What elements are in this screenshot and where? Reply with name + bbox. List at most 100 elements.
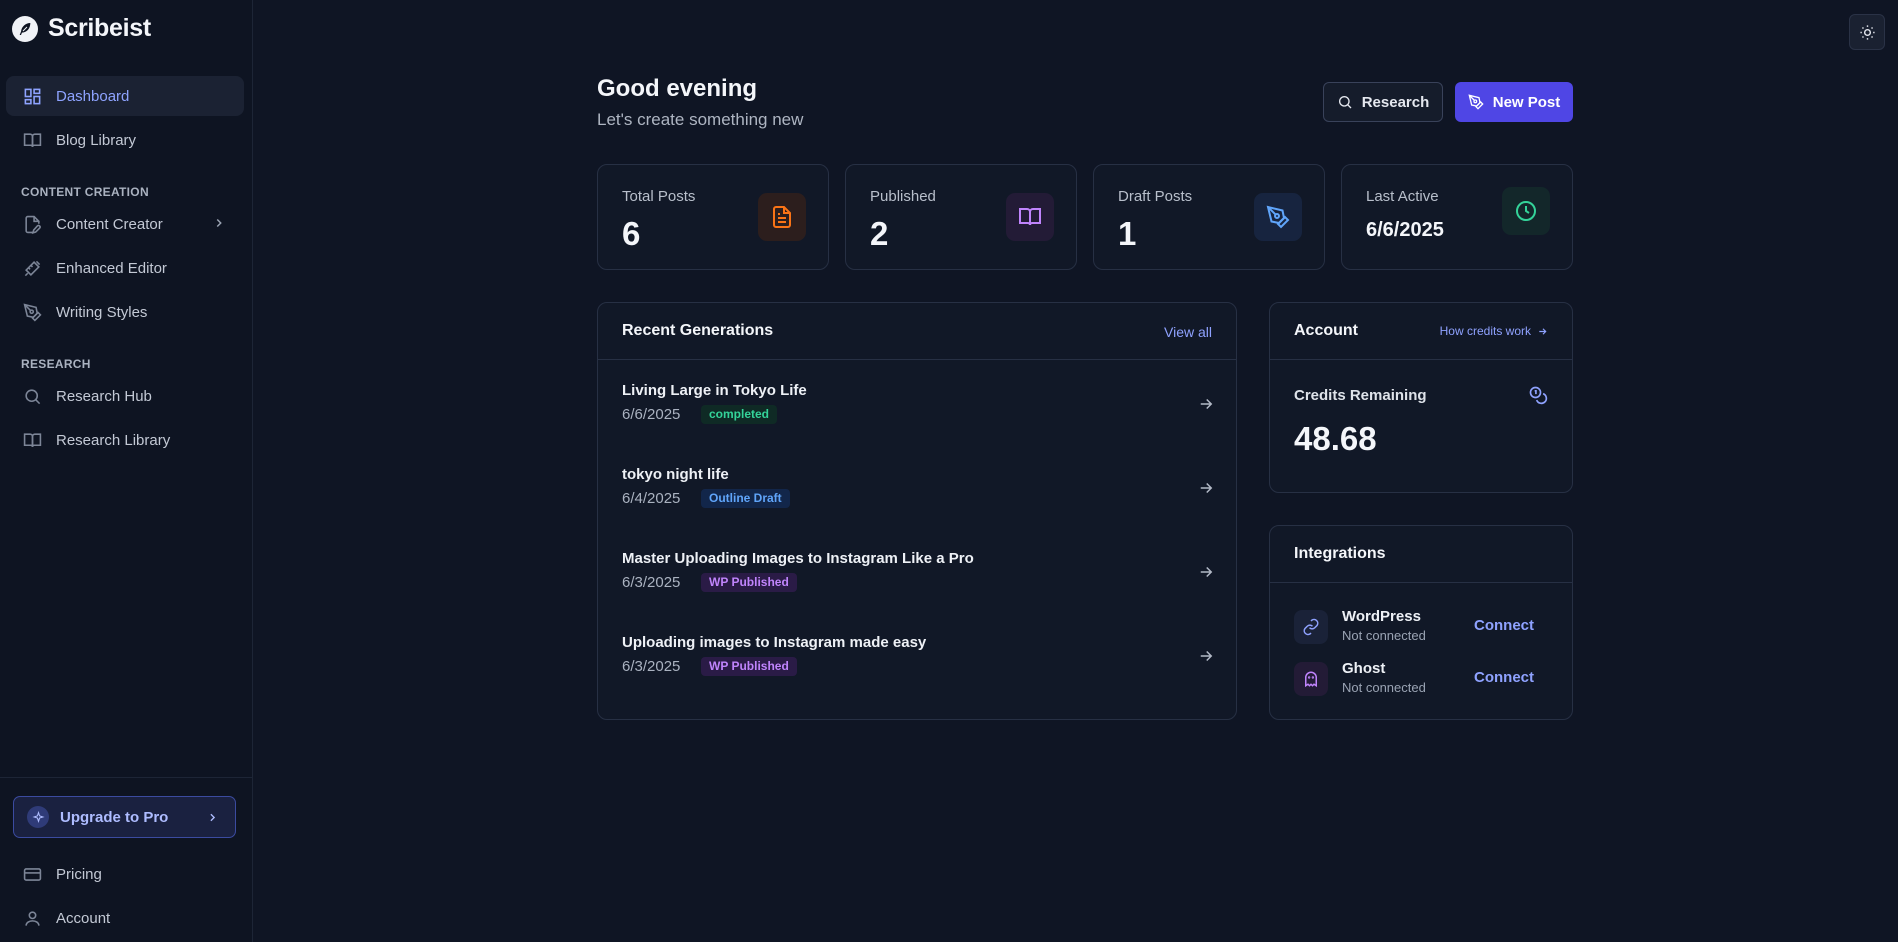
upgrade-label: Upgrade to Pro (60, 808, 169, 826)
item-date: 6/4/2025 (622, 490, 681, 507)
item-date: 6/3/2025 (622, 658, 681, 675)
arrow-right-icon (1197, 563, 1215, 581)
list-item[interactable]: Living Large in Tokyo Life 6/6/2025 comp… (598, 382, 1237, 466)
status-badge: WP Published (701, 657, 797, 676)
arrow-right-icon (1197, 479, 1215, 497)
coins-icon (1528, 385, 1548, 405)
integrations-panel: Integrations WordPress Not connected Con… (1269, 525, 1573, 720)
stat-card-last-active: Last Active 6/6/2025 (1341, 164, 1573, 270)
sidebar-item-label: Content Creator (56, 215, 163, 233)
theme-toggle-button[interactable] (1849, 14, 1885, 50)
integration-name: Ghost (1342, 660, 1386, 677)
sidebar-item-label: Dashboard (56, 87, 130, 105)
sidebar-item-label: Writing Styles (56, 303, 148, 321)
stat-label: Total Posts (622, 188, 696, 205)
panel-title: Recent Generations (622, 322, 774, 339)
sidebar-footer: Upgrade to Pro Pricing Account (0, 777, 253, 942)
feather-logo-icon (12, 15, 38, 42)
sidebar-item-dashboard[interactable]: Dashboard (6, 76, 244, 116)
search-icon (22, 386, 42, 406)
book-open-icon (1006, 193, 1054, 241)
page-title: Good evening (597, 75, 758, 102)
book-open-icon (22, 130, 42, 150)
dashboard-icon (22, 86, 42, 106)
list-item[interactable]: Uploading images to Instagram made easy … (598, 634, 1237, 718)
chevron-right-icon (206, 811, 219, 824)
credits-label: Credits Remaining (1294, 387, 1427, 404)
status-badge: completed (701, 405, 778, 424)
sidebar-item-label: Blog Library (56, 131, 137, 149)
new-post-button[interactable]: New Post (1455, 82, 1573, 122)
integration-status: Not connected (1342, 680, 1426, 695)
stat-value: 2 (870, 215, 889, 252)
item-date: 6/6/2025 (622, 406, 681, 423)
page-subtitle: Let's create something new (597, 110, 804, 129)
arrow-right-icon (1537, 326, 1548, 337)
stat-card-published: Published 2 (845, 164, 1077, 270)
credits-value: 48.68 (1294, 420, 1377, 457)
panel-header: Integrations (1270, 526, 1572, 583)
arrow-right-icon (1197, 647, 1215, 665)
list-item[interactable]: Master Uploading Images to Instagram Lik… (598, 550, 1237, 634)
research-button-label: Research (1361, 93, 1430, 111)
ghost-icon (1294, 662, 1328, 696)
sidebar-item-writing-styles[interactable]: Writing Styles (6, 292, 244, 332)
stat-value: 6 (622, 215, 641, 252)
sparkles-icon (27, 806, 49, 828)
item-title: Living Large in Tokyo Life (622, 382, 807, 399)
sidebar-item-label: Enhanced Editor (56, 259, 167, 277)
clock-icon (1502, 187, 1550, 235)
item-title: tokyo night life (622, 466, 729, 483)
section-label-content-creation: CONTENT CREATION (21, 185, 149, 199)
sidebar: Scribeist Dashboard Blog Library CONTENT… (0, 0, 253, 942)
panel-title: Integrations (1294, 545, 1386, 562)
stat-label: Published (870, 188, 936, 205)
connect-button[interactable]: Connect (1474, 617, 1534, 634)
stat-card-draft-posts: Draft Posts 1 (1093, 164, 1325, 270)
panel-title: Account (1294, 322, 1358, 339)
integration-row-ghost: Ghost Not connected Connect (1294, 658, 1546, 698)
stat-value: 6/6/2025 (1366, 219, 1444, 241)
integration-name: WordPress (1342, 608, 1421, 625)
item-title: Master Uploading Images to Instagram Lik… (622, 550, 974, 567)
file-text-icon (758, 193, 806, 241)
how-credits-link[interactable]: How credits work (1440, 324, 1548, 338)
integration-status: Not connected (1342, 628, 1426, 643)
status-badge: Outline Draft (701, 489, 790, 508)
brand[interactable]: Scribeist (12, 14, 151, 43)
sidebar-item-label: Account (56, 909, 111, 927)
item-title: Uploading images to Instagram made easy (622, 634, 927, 651)
panel-header: Account How credits work (1270, 303, 1572, 360)
pen-tool-icon (1468, 94, 1484, 110)
user-icon (22, 908, 42, 928)
panel-header: Recent Generations View all (598, 303, 1236, 360)
sidebar-item-research-library[interactable]: Research Library (6, 420, 244, 460)
connect-button[interactable]: Connect (1474, 669, 1534, 686)
sidebar-item-blog-library[interactable]: Blog Library (6, 120, 244, 160)
recent-generations-panel: Recent Generations View all Living Large… (597, 302, 1237, 720)
pen-tool-icon (1254, 193, 1302, 241)
sidebar-item-enhanced-editor[interactable]: Enhanced Editor (6, 248, 244, 288)
sidebar-item-content-creator[interactable]: Content Creator (6, 204, 244, 244)
stat-card-total-posts: Total Posts 6 (597, 164, 829, 270)
sidebar-item-label: Research Library (56, 431, 171, 449)
app-name: Scribeist (48, 14, 151, 42)
sidebar-item-pricing[interactable]: Pricing (6, 854, 244, 894)
stat-value: 1 (1118, 215, 1137, 252)
file-pen-icon (22, 214, 42, 234)
stat-label: Last Active (1366, 188, 1439, 205)
sidebar-item-label: Research Hub (56, 387, 152, 405)
sun-icon (1859, 24, 1876, 41)
upgrade-button[interactable]: Upgrade to Pro (13, 796, 236, 838)
account-panel: Account How credits work Credits Remaini… (1269, 302, 1573, 493)
link-icon (1294, 610, 1328, 644)
credit-card-icon (22, 864, 42, 884)
list-item[interactable]: tokyo night life 6/4/2025 Outline Draft (598, 466, 1237, 550)
sidebar-item-research-hub[interactable]: Research Hub (6, 376, 244, 416)
view-all-link[interactable]: View all (1164, 324, 1212, 340)
arrow-right-icon (1197, 395, 1215, 413)
book-open-icon (22, 430, 42, 450)
item-date: 6/3/2025 (622, 574, 681, 591)
research-button[interactable]: Research (1323, 82, 1443, 122)
sidebar-item-account[interactable]: Account (6, 898, 244, 938)
